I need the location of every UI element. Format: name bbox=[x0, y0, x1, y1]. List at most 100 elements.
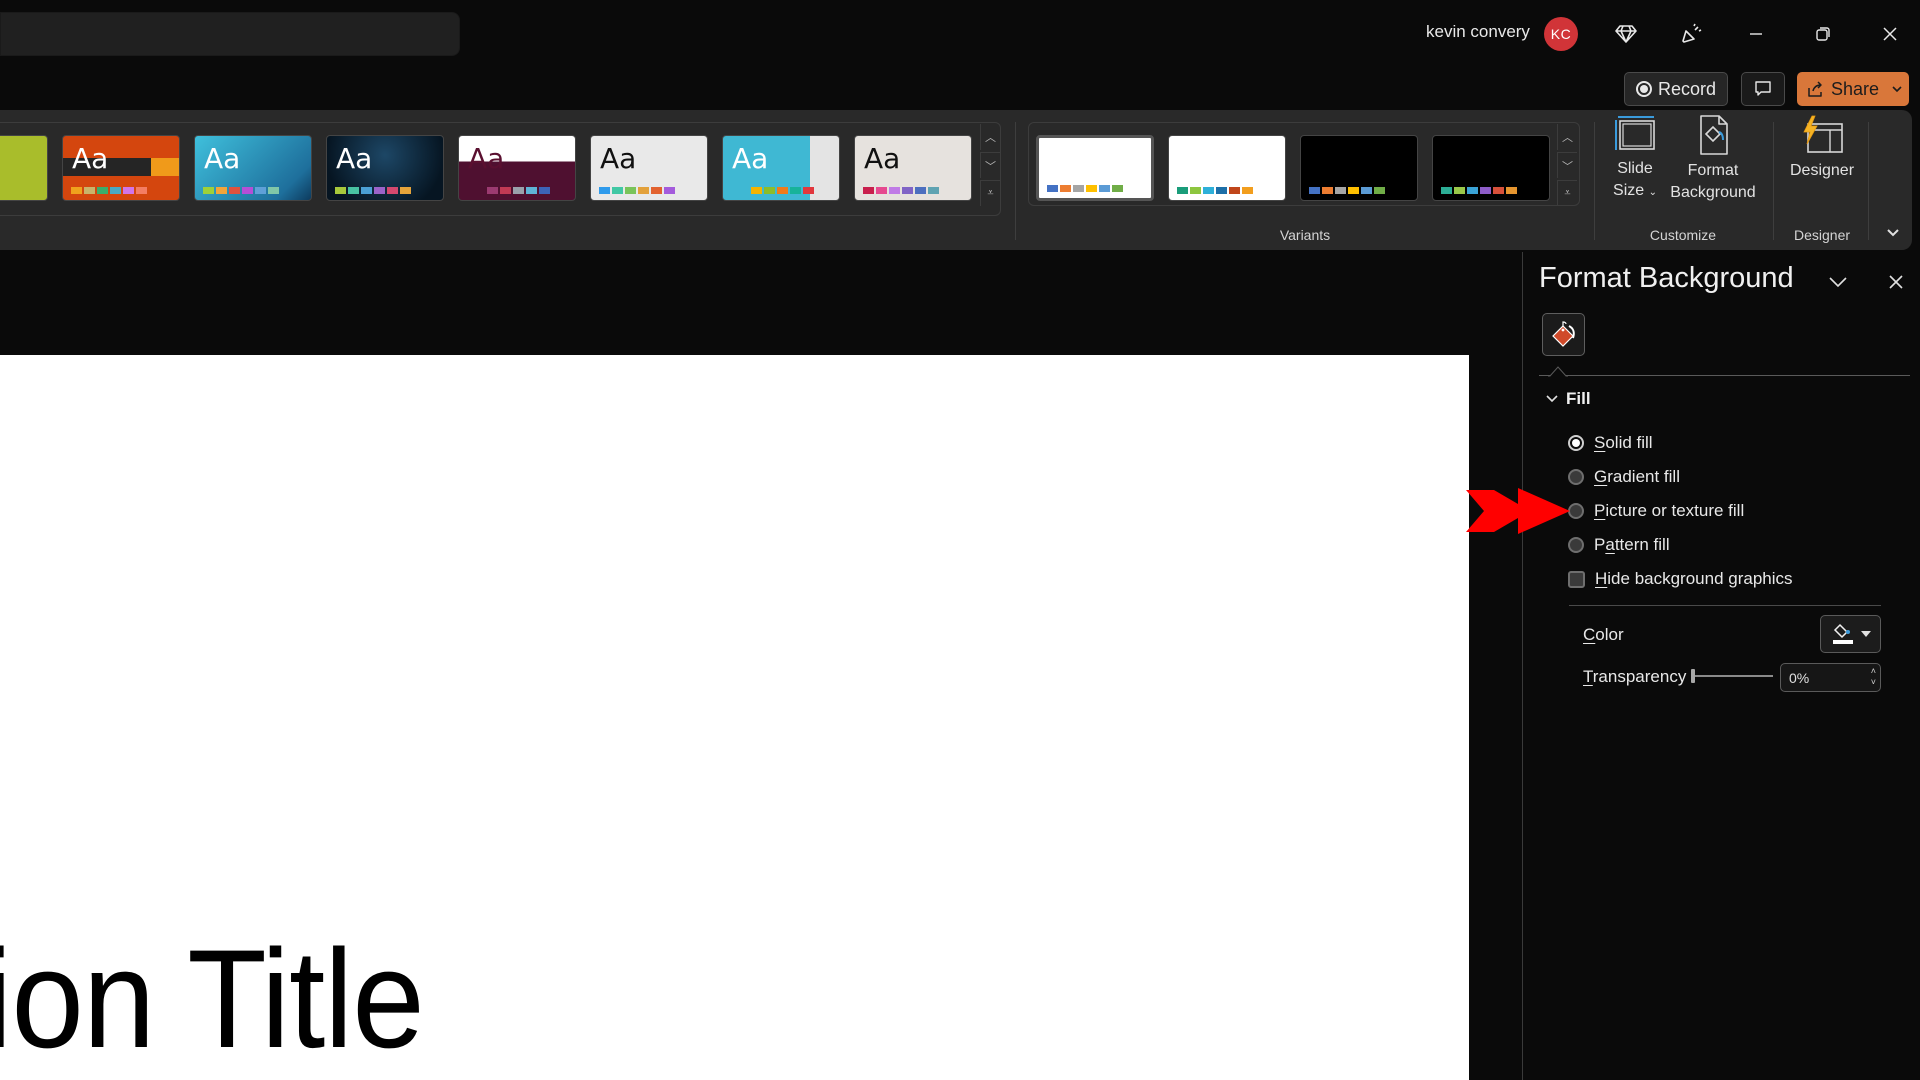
color-swatch bbox=[242, 187, 253, 194]
ribbon-expand-button[interactable] bbox=[1886, 225, 1900, 243]
fill-option-radio[interactable]: Picture or texture fill bbox=[1568, 501, 1744, 521]
premium-diamond-icon[interactable] bbox=[1608, 16, 1644, 52]
color-picker-button[interactable] bbox=[1820, 615, 1881, 653]
format-background-label-2: Background bbox=[1670, 184, 1756, 201]
record-label: Record bbox=[1657, 78, 1717, 99]
pane-options-button[interactable] bbox=[1824, 268, 1852, 296]
color-swatch bbox=[203, 187, 214, 194]
transparency-input[interactable]: 0% ˄ ˅ bbox=[1780, 663, 1881, 692]
variant-thumbnail[interactable] bbox=[1036, 135, 1154, 201]
format-background-button[interactable]: Format Background bbox=[1668, 114, 1758, 204]
theme-thumbnail[interactable]: Aa bbox=[194, 135, 312, 201]
slider-track bbox=[1691, 675, 1773, 677]
slide-size-label-2: Size ⌄ bbox=[1613, 180, 1657, 204]
theme-thumbnail[interactable]: Aa bbox=[62, 135, 180, 201]
transparency-slider[interactable] bbox=[1691, 666, 1773, 686]
color-swatch bbox=[255, 187, 266, 194]
close-window-icon[interactable] bbox=[1872, 16, 1908, 52]
color-swatch bbox=[487, 187, 498, 194]
minimize-icon[interactable] bbox=[1738, 16, 1774, 52]
color-swatch bbox=[84, 187, 95, 194]
theme-aa-sample: Aa bbox=[468, 142, 505, 175]
color-accel: C bbox=[1583, 625, 1596, 644]
color-swatch bbox=[902, 187, 913, 194]
feedback-megaphone-icon[interactable] bbox=[1673, 16, 1709, 52]
red-annotation-arrow bbox=[1466, 488, 1570, 534]
theme-color-swatches bbox=[863, 187, 939, 194]
variant-thumbnail[interactable] bbox=[1432, 135, 1550, 201]
color-swatch bbox=[1229, 187, 1240, 194]
theme-aa-sample: Aa bbox=[732, 142, 769, 175]
color-swatch bbox=[268, 187, 279, 194]
fill-section-header[interactable]: Fill bbox=[1546, 389, 1591, 409]
share-dropdown[interactable] bbox=[1885, 72, 1909, 106]
tab-underline bbox=[1539, 375, 1910, 376]
variant-thumbnail[interactable] bbox=[1300, 135, 1418, 201]
variants-scroll-up[interactable]: ︿ bbox=[1557, 124, 1577, 150]
record-icon bbox=[1635, 81, 1652, 97]
slide-size-text: Size bbox=[1613, 182, 1645, 199]
color-swatch bbox=[216, 187, 227, 194]
theme-thumbnail[interactable]: Aa bbox=[722, 135, 840, 201]
color-swatch bbox=[500, 187, 511, 194]
theme-thumbnail[interactable]: Aa bbox=[458, 135, 576, 201]
fill-tab[interactable] bbox=[1542, 313, 1585, 356]
slider-thumb[interactable] bbox=[1691, 669, 1695, 683]
color-swatch bbox=[1112, 185, 1123, 192]
themes-scroll-down[interactable]: ﹀ bbox=[980, 152, 1000, 178]
color-swatch bbox=[123, 187, 134, 194]
fill-option-radio[interactable]: Gradient fill bbox=[1568, 467, 1680, 487]
themes-more[interactable]: ⩡ bbox=[980, 180, 1000, 206]
fill-option-radio[interactable]: Pattern fill bbox=[1568, 535, 1670, 555]
color-swatch bbox=[1361, 187, 1372, 194]
hide-graphics-checkbox[interactable]: Hide background graphics bbox=[1568, 569, 1793, 589]
user-name[interactable]: kevin convery bbox=[1426, 22, 1530, 42]
theme-thumbnail[interactable]: Aa bbox=[590, 135, 708, 201]
theme-thumbnail[interactable]: Aa bbox=[854, 135, 972, 201]
radio-button[interactable] bbox=[1568, 435, 1584, 451]
share-main[interactable]: Share bbox=[1797, 72, 1885, 106]
fill-section-label: Fill bbox=[1566, 389, 1591, 408]
variants-more[interactable]: ⩡ bbox=[1557, 180, 1577, 206]
themes-scroll-up[interactable]: ︿ bbox=[980, 124, 1000, 150]
transparency-accel: T bbox=[1583, 667, 1593, 686]
color-swatch bbox=[361, 187, 372, 194]
option-label: Hide background graphics bbox=[1595, 569, 1793, 588]
checkbox[interactable] bbox=[1568, 570, 1585, 588]
comments-button[interactable] bbox=[1741, 72, 1785, 106]
color-swatch bbox=[876, 187, 887, 194]
slide-size-label-1: Slide bbox=[1617, 160, 1653, 177]
variants-scroll-down[interactable]: ﹀ bbox=[1557, 152, 1577, 178]
color-swatch bbox=[664, 187, 675, 194]
fill-option-radio[interactable]: Solid fill bbox=[1568, 433, 1653, 453]
restore-icon[interactable] bbox=[1805, 16, 1841, 52]
radio-button[interactable] bbox=[1568, 537, 1584, 553]
spin-up-icon[interactable]: ˄ bbox=[1871, 666, 1876, 677]
record-button[interactable]: Record bbox=[1624, 72, 1728, 106]
color-swatch bbox=[777, 187, 788, 194]
designer-group-label: Designer bbox=[1793, 227, 1851, 243]
tab-caret bbox=[1548, 366, 1568, 377]
designer-button[interactable]: Designer bbox=[1782, 114, 1862, 182]
slide-size-button[interactable]: Slide Size ⌄ bbox=[1608, 114, 1662, 204]
spin-down-icon[interactable]: ˅ bbox=[1871, 677, 1876, 688]
slide-title[interactable]: ntation Title bbox=[0, 918, 425, 1080]
color-swatch bbox=[803, 187, 814, 194]
theme-thumbnail[interactable] bbox=[0, 135, 48, 201]
share-label: Share bbox=[1831, 78, 1880, 99]
theme-thumbnail[interactable]: Aa bbox=[326, 135, 444, 201]
radio-button[interactable] bbox=[1568, 469, 1584, 485]
transparency-label-rest: ransparency bbox=[1592, 667, 1687, 686]
color-swatch bbox=[374, 187, 385, 194]
color-swatch bbox=[1480, 187, 1491, 194]
share-button[interactable]: Share bbox=[1797, 72, 1909, 106]
avatar[interactable]: KC bbox=[1544, 17, 1578, 51]
search-box[interactable] bbox=[0, 12, 460, 56]
variant-thumbnail[interactable] bbox=[1168, 135, 1286, 201]
color-swatch bbox=[513, 187, 524, 194]
pane-divider[interactable] bbox=[1522, 252, 1523, 1080]
theme-color-swatches bbox=[487, 187, 550, 194]
pane-close-button[interactable] bbox=[1882, 268, 1910, 296]
transparency-spinner[interactable]: ˄ ˅ bbox=[1871, 666, 1876, 688]
color-swatch bbox=[1190, 187, 1201, 194]
